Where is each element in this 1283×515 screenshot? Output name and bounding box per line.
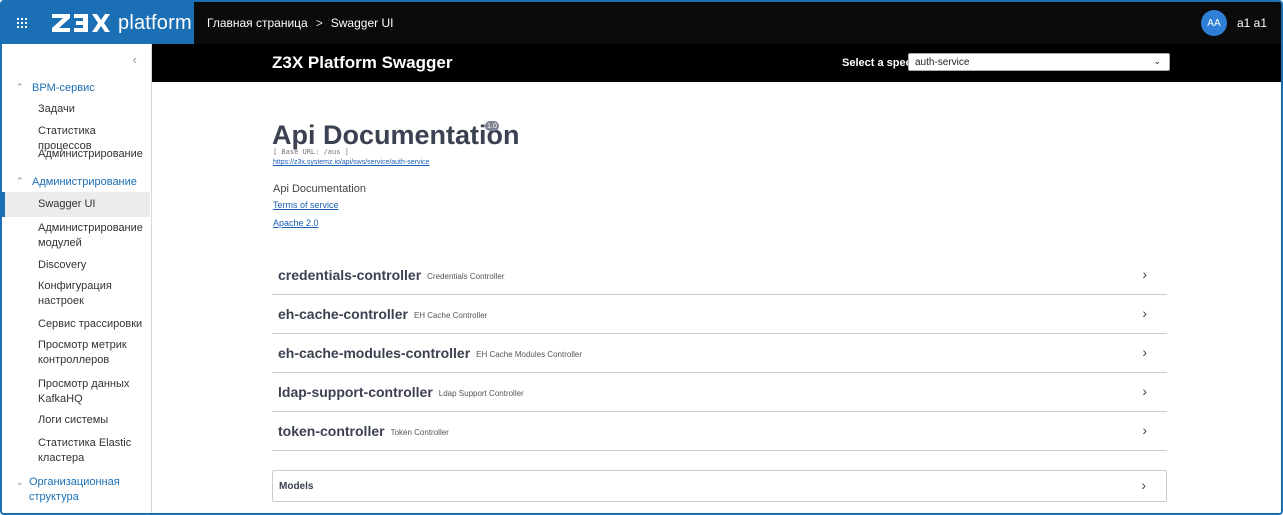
api-description: Api Documentation: [273, 183, 366, 195]
user-menu[interactable]: AA a1 a1: [1200, 2, 1267, 44]
z3x-logo-icon: [52, 14, 110, 32]
top-bar: platform Главная страница > Swagger UI A…: [2, 2, 1281, 44]
controller-name: ldap-support-controller: [278, 384, 433, 400]
swagger-topbar: Z3X Platform Swagger Select a spec auth-…: [152, 44, 1281, 82]
sidebar-item-config[interactable]: Конфигурация настроек: [2, 279, 150, 309]
sidebar-item-elastic-stats[interactable]: Статистика Elastic кластера: [2, 436, 150, 466]
app-window: platform Главная страница > Swagger UI A…: [0, 0, 1283, 515]
chevron-down-icon: ⌄: [16, 477, 24, 487]
sidebar-section-bpm[interactable]: ⌃ BPM-сервис: [16, 82, 95, 94]
sidebar-item-tracing[interactable]: Сервис трассировки: [2, 317, 150, 332]
chevron-up-icon: ⌃: [16, 82, 24, 92]
models-label: Models: [279, 480, 314, 492]
api-title: Api Documentation: [272, 120, 520, 150]
sidebar-section-org[interactable]: ⌄ Организационная структура: [16, 475, 136, 505]
logo-text: platform: [118, 11, 192, 34]
controller-name: token-controller: [278, 423, 385, 439]
chevron-down-icon: ⌄: [1153, 56, 1161, 66]
chevron-right-icon: ›: [1142, 422, 1147, 438]
sidebar-section-label: Организационная структура: [28, 476, 120, 503]
sidebar-item-kafkahq[interactable]: Просмотр данных KafkaHQ: [2, 377, 150, 407]
controller-name: eh-cache-modules-controller: [278, 345, 471, 361]
spec-select[interactable]: auth-service ⌄: [908, 53, 1170, 71]
models-section[interactable]: Models ›: [272, 470, 1167, 502]
chevron-right-icon: ›: [1142, 266, 1147, 282]
sidebar-item-bpm-admin[interactable]: Администрирование: [2, 147, 150, 162]
avatar[interactable]: AA: [1200, 10, 1227, 36]
terms-link[interactable]: Terms of service: [273, 200, 339, 210]
sidebar-item-module-admin[interactable]: Администрирование модулей: [2, 221, 150, 251]
sidebar: ‹ ⌃ BPM-сервис Задачи Статистика процесс…: [2, 44, 152, 513]
swagger-title: Z3X Platform Swagger: [272, 53, 453, 72]
breadcrumb-home[interactable]: Главная страница: [207, 16, 308, 30]
controller-credentials[interactable]: credentials-controller Credentials Contr…: [272, 256, 1167, 295]
controller-name: eh-cache-controller: [278, 306, 408, 322]
collapse-sidebar-button[interactable]: ‹: [133, 52, 137, 67]
sidebar-item-discovery[interactable]: Discovery: [2, 258, 150, 273]
logo[interactable]: platform: [42, 2, 194, 44]
chevron-right-icon: ›: [1142, 305, 1147, 321]
api-url-link[interactable]: https://z3x.systemz.io/api/sws/service/a…: [273, 159, 429, 166]
controller-eh-cache-modules[interactable]: eh-cache-modules-controller EH Cache Mod…: [272, 334, 1167, 373]
sidebar-item-metrics[interactable]: Просмотр метрик контроллеров: [2, 338, 150, 368]
version-badge: 1.0: [485, 121, 499, 131]
sidebar-item-swagger-ui[interactable]: Swagger UI: [2, 192, 150, 217]
controller-desc: Token Controller: [390, 427, 449, 437]
chevron-right-icon: >: [315, 16, 323, 30]
spec-select-value: auth-service: [915, 56, 970, 68]
spec-label: Select a spec: [842, 57, 912, 69]
chevron-right-icon: ›: [1142, 344, 1147, 360]
sidebar-item-tasks[interactable]: Задачи: [2, 102, 150, 117]
sidebar-section-admin[interactable]: ⌃ Администрирование: [16, 176, 137, 188]
controller-desc: Credentials Controller: [427, 271, 505, 281]
controller-desc: EH Cache Controller: [413, 310, 488, 320]
sidebar-item-logs[interactable]: Логи системы: [2, 413, 150, 428]
chevron-up-icon: ⌃: [16, 176, 24, 186]
license-link[interactable]: Apache 2.0: [273, 218, 319, 228]
user-name[interactable]: a1 a1: [1237, 16, 1267, 30]
controller-name: credentials-controller: [278, 267, 422, 283]
sidebar-section-label: BPM-сервис: [32, 82, 95, 94]
breadcrumb-current: Swagger UI: [330, 16, 394, 30]
controller-ldap-support[interactable]: ldap-support-controller Ldap Support Con…: [272, 373, 1167, 412]
controller-desc: Ldap Support Controller: [438, 388, 524, 398]
apps-menu-button[interactable]: [2, 2, 42, 44]
grid-icon: [17, 18, 27, 28]
sidebar-section-label: Администрирование: [32, 176, 137, 188]
main-content: Z3X Platform Swagger Select a spec auth-…: [152, 44, 1281, 513]
chevron-right-icon: ›: [1142, 383, 1147, 399]
controller-desc: EH Cache Modules Controller: [476, 349, 582, 359]
base-url: [ Base URL: /aus ]: [273, 148, 349, 156]
controller-token[interactable]: token-controller Token Controller ›: [272, 412, 1167, 451]
chevron-right-icon: ›: [1141, 477, 1146, 493]
controller-eh-cache[interactable]: eh-cache-controller EH Cache Controller …: [272, 295, 1167, 334]
breadcrumb: Главная страница > Swagger UI: [207, 2, 393, 44]
